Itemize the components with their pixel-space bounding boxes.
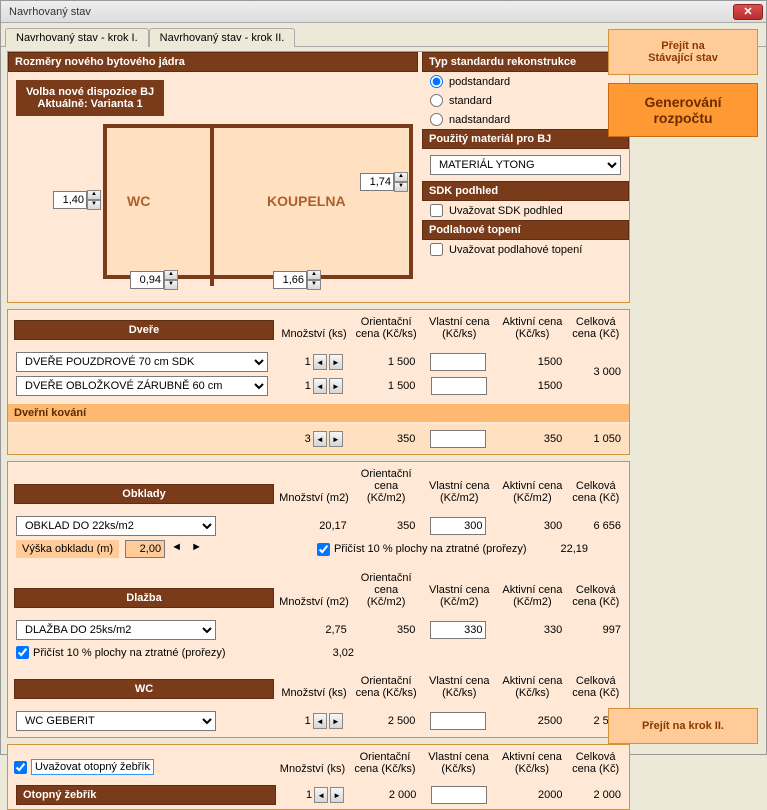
podlah-header: Podlahové topení (422, 220, 629, 240)
prejit-krok2-button[interactable]: Přejít na krok II. (608, 708, 758, 744)
tab-krok-2[interactable]: Navrhovaný stav - krok II. (149, 28, 296, 47)
radio-podstandard[interactable] (430, 75, 443, 88)
arrow-right-icon[interactable]: ► (329, 378, 343, 394)
window-title: Navrhovaný stav (9, 6, 91, 18)
material-select[interactable]: MATERIÁL YTONG (430, 155, 621, 175)
dlazba-pricist-checkbox[interactable] (16, 646, 29, 659)
prejit-stavajici-button[interactable]: Přejít na Stávající stav (608, 29, 758, 75)
close-button[interactable]: ✕ (733, 4, 763, 20)
floorplan: Volba nové dispozice BJ Aktuálně: Varian… (8, 72, 418, 302)
label-koupelna: KOUPELNA (267, 193, 346, 209)
floorplan-divider (210, 124, 214, 286)
arrow-down-icon[interactable]: ▼ (164, 280, 178, 290)
col-header: Množství (ks) (276, 326, 352, 342)
arrow-right-icon[interactable]: ► (329, 713, 343, 729)
col-header: Aktivní cena (Kč/m2) (498, 478, 566, 506)
podlah-checkbox[interactable] (430, 243, 443, 256)
rozmery-header: Rozměry nového bytového jádra (8, 52, 418, 72)
radio-nadstandard[interactable] (430, 113, 443, 126)
arrow-right-icon[interactable]: ► (329, 354, 343, 370)
arrow-left-icon[interactable]: ◄ (313, 354, 327, 370)
wc-select[interactable]: WC GEBERIT (16, 711, 216, 731)
vlastni-input[interactable] (430, 712, 486, 730)
floorplan-box: WC KOUPELNA (103, 124, 413, 279)
arrow-down-icon[interactable]: ▼ (307, 280, 321, 290)
titlebar: Navrhovaný stav ✕ (1, 1, 766, 23)
arrow-down-icon[interactable]: ▼ (394, 182, 408, 192)
material-header: Použitý materiál pro BJ (422, 129, 629, 149)
dispo-button[interactable]: Volba nové dispozice BJ Aktuálně: Varian… (16, 80, 164, 116)
wc-header: WC (14, 679, 274, 699)
obklady-header: Obklady (14, 484, 274, 504)
kovani-header: Dveřní kování (8, 404, 629, 422)
sdk-checkbox[interactable] (430, 204, 443, 217)
label-wc: WC (127, 193, 150, 209)
dim-br-input[interactable] (273, 271, 307, 289)
obklady-pricist-checkbox[interactable] (317, 543, 330, 556)
arrow-left-icon[interactable]: ◄ (313, 713, 327, 729)
vlastni-input[interactable] (430, 517, 486, 535)
col-header: Orientační cena (Kč/m2) (352, 466, 420, 506)
dlazba-header: Dlažba (14, 588, 274, 608)
arrow-down-icon[interactable]: ▼ (87, 200, 101, 210)
sdk-header: SDK podhled (422, 181, 629, 201)
radio-standard[interactable] (430, 94, 443, 107)
right-sidebar: Přejít na Stávající stav Generování rozp… (608, 29, 758, 145)
dlazba-select[interactable]: DLAŽBA DO 25ks/m2 (16, 620, 216, 640)
vyska-label: Výška obkladu (m) (16, 540, 119, 558)
dim-bl-input[interactable] (130, 271, 164, 289)
col-header: Celková cena (Kč) (567, 314, 626, 342)
vyska-input[interactable] (125, 540, 165, 558)
arrow-left-icon[interactable]: ◄ (313, 378, 327, 394)
arrow-left-icon[interactable]: ◄ (171, 541, 185, 557)
arrow-up-icon[interactable]: ▲ (164, 270, 178, 280)
obklady-select[interactable]: OBKLAD DO 22ks/m2 (16, 516, 216, 536)
vlastni-input[interactable] (431, 377, 487, 395)
col-header: Orientační cena (Kč/ks) (352, 314, 420, 342)
arrow-right-icon[interactable]: ► (329, 431, 343, 447)
arrow-up-icon[interactable]: ▲ (394, 172, 408, 182)
col-header: Vlastní cena (Kč/m2) (420, 478, 498, 506)
zebrik-checkbox[interactable] (14, 761, 27, 774)
arrow-up-icon[interactable]: ▲ (307, 270, 321, 280)
col-header: Aktivní cena (Kč/ks) (498, 314, 566, 342)
vlastni-input[interactable] (430, 430, 486, 448)
arrow-left-icon[interactable]: ◄ (314, 787, 328, 803)
vlastni-input[interactable] (431, 786, 487, 804)
arrow-left-icon[interactable]: ◄ (313, 431, 327, 447)
typ-standard-header: Typ standardu rekonstrukce (422, 52, 629, 72)
zebrik-header: Otopný žebřík (16, 785, 276, 805)
dvere-row2-select[interactable]: DVEŘE OBLOŽKOVÉ ZÁRUBNĚ 60 cm (16, 376, 268, 396)
tab-krok-1[interactable]: Navrhovaný stav - krok I. (5, 28, 149, 47)
arrow-right-icon[interactable]: ► (191, 541, 205, 557)
col-header: Celková cena (Kč) (567, 478, 626, 506)
close-icon: ✕ (743, 5, 752, 18)
dim-right-input[interactable] (360, 173, 394, 191)
col-header: Množství (m2) (276, 490, 352, 506)
vlastni-input[interactable] (430, 621, 486, 639)
col-header: Vlastní cena (Kč/ks) (420, 314, 498, 342)
arrow-up-icon[interactable]: ▲ (87, 190, 101, 200)
generovani-button[interactable]: Generování rozpočtu (608, 83, 758, 137)
vlastni-input[interactable] (430, 353, 486, 371)
arrow-right-icon[interactable]: ► (330, 787, 344, 803)
dvere-row1-select[interactable]: DVEŘE POUZDROVÉ 70 cm SDK (16, 352, 268, 372)
dvere-header: Dveře (14, 320, 274, 340)
dim-left-input[interactable] (53, 191, 87, 209)
